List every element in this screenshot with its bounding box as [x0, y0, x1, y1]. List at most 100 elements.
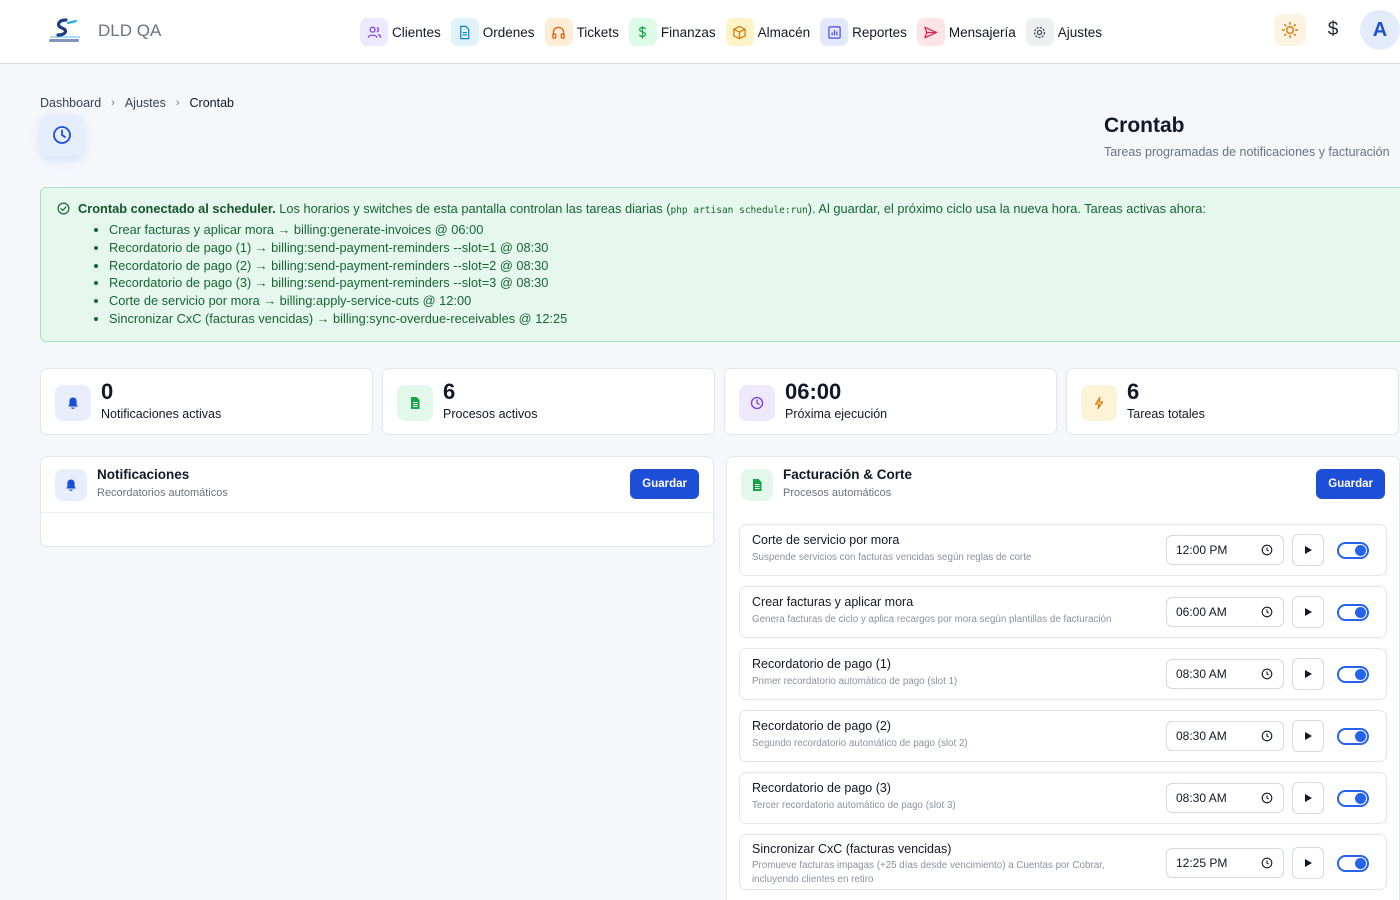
- breadcrumb: Dashboard › Ajustes › Crontab: [40, 96, 234, 110]
- stat-value: 6: [1127, 379, 1140, 404]
- bell-icon: [55, 385, 91, 421]
- file-icon: [741, 469, 773, 501]
- box-icon: [725, 18, 754, 46]
- nav-item-reportes[interactable]: Reportes: [820, 17, 911, 47]
- nav-item-finanzas[interactable]: Finanzas: [628, 17, 720, 47]
- nav-label: Mensajería: [948, 24, 1016, 40]
- nav-item-tickets[interactable]: Tickets: [544, 17, 623, 47]
- nav-label: Finanzas: [660, 24, 716, 40]
- nav-item-ordenes[interactable]: Ordenes: [450, 17, 539, 47]
- send-icon: [916, 18, 945, 46]
- task-enabled-toggle[interactable]: [1337, 855, 1369, 872]
- task-description: Tercer recordatorio automático de pago (…: [752, 800, 956, 811]
- nav-label: Tickets: [576, 24, 619, 40]
- task-name: Recordatorio de pago (2): [752, 719, 891, 733]
- time-input[interactable]: 08:30 AM: [1166, 721, 1284, 751]
- page-subtitle: Tareas programadas de notificaciones y f…: [1104, 145, 1390, 159]
- headphones-icon: [544, 18, 573, 46]
- time-input[interactable]: 08:30 AM: [1166, 783, 1284, 813]
- stat-card-notifications: 0 Notificaciones activas: [40, 368, 373, 435]
- stat-card-next-run: 06:00 Próxima ejecución: [724, 368, 1057, 435]
- play-icon: [1305, 670, 1312, 678]
- save-billing-button[interactable]: Guardar: [1316, 469, 1385, 499]
- clock-icon: [1261, 792, 1273, 804]
- save-notifications-button[interactable]: Guardar: [630, 469, 699, 499]
- list-item: Sincronizar CxC (facturas vencidas) → bi…: [109, 310, 1393, 328]
- nav-label: Ajustes: [1057, 24, 1102, 40]
- task-enabled-toggle[interactable]: [1337, 604, 1369, 621]
- breadcrumb-dashboard[interactable]: Dashboard: [40, 96, 101, 110]
- alert-strong: Crontab conectado al scheduler.: [78, 201, 276, 216]
- panel-divider: [41, 512, 713, 513]
- task-description: Segundo recordatorio automático de pago …: [752, 738, 968, 749]
- run-now-button[interactable]: [1292, 847, 1324, 879]
- task-row-reminder-1: Recordatorio de pago (1) Primer recordat…: [739, 648, 1387, 700]
- alert-code: php artisan schedule:run: [670, 205, 808, 216]
- time-input[interactable]: 12:25 PM: [1166, 848, 1284, 878]
- notifications-panel: Notificaciones Recordatorios automáticos…: [40, 456, 714, 547]
- document-icon: [450, 18, 479, 46]
- billing-panel: Facturación & Corte Procesos automáticos…: [726, 456, 1400, 900]
- task-description: Promueve facturas impagas (+25 días desd…: [752, 860, 1105, 885]
- task-enabled-toggle[interactable]: [1337, 790, 1369, 807]
- nav-item-clientes[interactable]: Clientes: [360, 17, 445, 47]
- task-row-sync-receivables: Sincronizar CxC (facturas vencidas) Prom…: [739, 834, 1387, 890]
- nav-item-mensajeria[interactable]: Mensajería: [916, 17, 1020, 47]
- run-now-button[interactable]: [1292, 782, 1324, 814]
- panel-title: Facturación & Corte: [783, 467, 913, 482]
- alert-text-before: Los horarios y switches de esta pantalla…: [275, 201, 671, 216]
- top-navbar: DLD QA Clientes Ordenes Tickets Finanzas: [0, 0, 1400, 64]
- play-icon: [1305, 732, 1312, 740]
- run-now-button[interactable]: [1292, 720, 1324, 752]
- time-value: 12:25 PM: [1176, 856, 1228, 870]
- task-enabled-toggle[interactable]: [1337, 542, 1369, 559]
- time-value: 12:00 PM: [1176, 543, 1228, 557]
- nav-label: Reportes: [852, 24, 907, 40]
- user-avatar[interactable]: A: [1360, 10, 1400, 50]
- play-icon: [1305, 608, 1312, 616]
- topbar-actions: $ A: [1274, 10, 1400, 50]
- run-now-button[interactable]: [1292, 596, 1324, 628]
- time-value: 08:30 AM: [1176, 729, 1227, 743]
- task-row-service-cut: Corte de servicio por mora Suspende serv…: [739, 524, 1387, 576]
- task-row-reminder-3: Recordatorio de pago (3) Tercer recordat…: [739, 772, 1387, 824]
- alert-message: Crontab conectado al scheduler. Los hora…: [78, 201, 1206, 216]
- task-row-generate-invoices: Crear facturas y aplicar mora Genera fac…: [739, 586, 1387, 638]
- stat-label: Tareas totales: [1127, 407, 1205, 421]
- page-clock-icon: [40, 114, 84, 156]
- run-now-button[interactable]: [1292, 534, 1324, 566]
- clock-icon: [1261, 857, 1273, 869]
- panel-title: Notificaciones: [97, 467, 190, 482]
- app-logo[interactable]: [46, 18, 82, 44]
- task-description: Genera facturas de ciclo y aplica recarg…: [752, 614, 1112, 625]
- task-name: Recordatorio de pago (3): [752, 781, 891, 795]
- currency-button[interactable]: $: [1320, 19, 1346, 41]
- nav-item-almacen[interactable]: Almacén: [725, 17, 815, 47]
- file-icon: [397, 385, 433, 421]
- bolt-icon: [1081, 385, 1117, 421]
- time-value: 08:30 AM: [1176, 791, 1227, 805]
- stat-value: 6: [443, 379, 456, 404]
- time-input[interactable]: 08:30 AM: [1166, 659, 1284, 689]
- time-input[interactable]: 12:00 PM: [1166, 535, 1284, 565]
- panel-subtitle: Recordatorios automáticos: [97, 487, 228, 499]
- panel-subtitle: Procesos automáticos: [783, 487, 892, 499]
- list-item: Recordatorio de pago (2) → billing:send-…: [109, 257, 1393, 275]
- run-now-button[interactable]: [1292, 658, 1324, 690]
- list-item: Recordatorio de pago (3) → billing:send-…: [109, 274, 1393, 292]
- list-item: Recordatorio de pago (1) → billing:send-…: [109, 239, 1393, 257]
- list-item: Corte de servicio por mora → billing:app…: [109, 292, 1393, 310]
- stat-value: 06:00: [785, 379, 842, 404]
- time-input[interactable]: 06:00 AM: [1166, 597, 1284, 627]
- users-icon: [360, 18, 388, 46]
- scheduler-status-alert: Crontab conectado al scheduler. Los hora…: [40, 187, 1400, 342]
- theme-toggle-button[interactable]: [1274, 14, 1306, 46]
- nav-item-ajustes[interactable]: Ajustes: [1025, 17, 1106, 47]
- breadcrumb-ajustes[interactable]: Ajustes: [125, 96, 166, 110]
- list-item: Crear facturas y aplicar mora → billing:…: [109, 221, 1393, 239]
- task-enabled-toggle[interactable]: [1337, 728, 1369, 745]
- task-name: Corte de servicio por mora: [752, 533, 900, 547]
- bell-icon: [55, 469, 87, 501]
- task-name: Crear facturas y aplicar mora: [752, 595, 914, 609]
- task-enabled-toggle[interactable]: [1337, 666, 1369, 683]
